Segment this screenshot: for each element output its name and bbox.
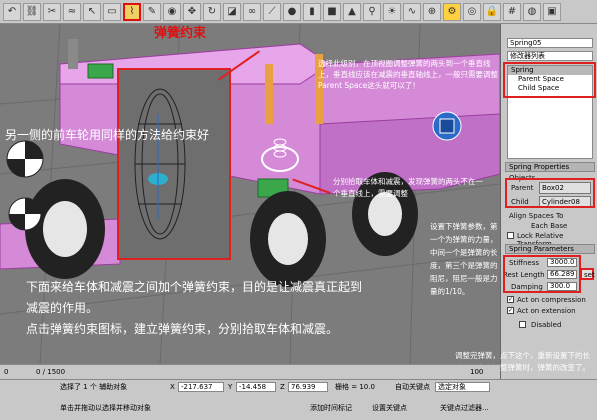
annotation-right: 设置下弹簧参数，第一个为弹簧的力量，中间一个是弹簧的长度，第三个是弹簧的阻尼，阻… (430, 222, 498, 296)
highlight-stack (503, 62, 596, 98)
modifier-list-dropdown[interactable]: 修改器列表 (507, 51, 593, 61)
camera-icon[interactable]: ◉ (163, 2, 181, 21)
perspective-viewport[interactable]: 选择此级别，在顶视图调整弹簧的两头到一个垂直线上，垂直线应该在减震的垂直轴线上，… (0, 24, 500, 364)
act-extension-label: Act on extension (517, 307, 576, 315)
spring-constraint-callout: 弹簧约束 (154, 26, 207, 41)
key-filter-button[interactable]: 关键点过滤器... (440, 404, 489, 413)
highlight-spring-params (503, 255, 581, 293)
render-icon[interactable]: ▣ (543, 2, 561, 21)
act-compression-checkbox[interactable]: ✓ (507, 296, 514, 303)
sphere-icon[interactable]: ● (283, 2, 301, 21)
disabled-label: Disabled (531, 321, 562, 329)
cone-icon[interactable]: ▲ (343, 2, 361, 21)
cylinder-icon[interactable]: ▮ (303, 2, 321, 21)
y-label: Y (228, 383, 233, 391)
auto-key-button[interactable]: 自动关键点 (395, 383, 430, 392)
status-bar: 选择了 1 个 辅助对象 单击并拖动以选择并移动对象 X -217.637 Y … (0, 379, 597, 420)
z-label: Z (280, 383, 285, 391)
timeline[interactable]: 0 / 1500 0 100 (0, 364, 500, 379)
globe-icon[interactable]: ◍ (523, 2, 541, 21)
y-coordinate-field[interactable]: -14.458 (236, 382, 276, 392)
each-base-label: Each Base (531, 222, 568, 230)
frame-counter: 0 / 1500 (36, 368, 66, 376)
bone-icon[interactable]: ⟋ (263, 2, 281, 21)
unlink-icon[interactable]: ✂ (43, 2, 61, 21)
hint-text: 单击并拖动以选择并移动对象 (60, 404, 151, 412)
annotation-bottom-3: 点击弹簧约束图标，建立弹簧约束，分别拾取车体和减震。 (26, 322, 339, 336)
selection-status: 选择了 1 个 辅助对象 (60, 383, 128, 391)
light-icon[interactable]: ☀ (383, 2, 401, 21)
select-object-dropdown[interactable]: 选定对象 (435, 382, 490, 392)
annotation-bottom-1: 下面来给车体和减震之间加个弹簧约束，目的是让减震真正起到 (26, 280, 363, 294)
grid-size: 栅格 = 10.0 (335, 383, 375, 391)
select-link-icon[interactable]: ⛓ (23, 2, 41, 21)
lock-relative-checkbox[interactable] (507, 232, 514, 239)
move-icon[interactable]: ✥ (183, 2, 201, 21)
undo-icon[interactable]: ↶ (3, 2, 21, 21)
spring-constraint-icon[interactable]: ⌇ (123, 2, 141, 21)
z-coordinate-field[interactable]: 76.939 (288, 382, 328, 392)
spring-properties-rollout[interactable]: Spring Properties (505, 162, 595, 172)
spring-parameters-rollout[interactable]: Spring Parameters (505, 244, 595, 254)
bind-warp-icon[interactable]: ≈ (63, 2, 81, 21)
annotation-mid: 分别拾取车体和减震，发现弹簧的两头不在一个垂直线上，需要调整 (333, 177, 483, 198)
disabled-checkbox[interactable] (519, 321, 526, 328)
act-compression-label: Act on compression (517, 296, 586, 304)
set-key-button[interactable]: 设置关键点 (372, 404, 407, 413)
annotation-left: 另一侧的前车轮用同样的方法给约束好 (5, 128, 210, 142)
pin-icon[interactable]: ⚲ (363, 2, 381, 21)
grid-icon[interactable]: # (503, 2, 521, 21)
rotate-icon[interactable]: ↻ (203, 2, 221, 21)
helper-icon[interactable]: ⊕ (423, 2, 441, 21)
scale-icon[interactable]: ◪ (223, 2, 241, 21)
wave-icon[interactable]: ∿ (403, 2, 421, 21)
paint-icon[interactable]: ✎ (143, 2, 161, 21)
add-time-tag[interactable]: 添加时间标记 (310, 404, 352, 413)
align-spaces-label: Align Spaces To (509, 212, 564, 220)
select-region-icon[interactable]: ▭ (103, 2, 121, 21)
x-coordinate-field[interactable]: -217.637 (178, 382, 224, 392)
annotation-top: 选择此级别，在顶视图调整弹簧的两头到一个垂直线上，垂直线应该在减震的垂直轴线上，… (318, 59, 498, 90)
select-icon[interactable]: ↖ (83, 2, 101, 21)
set-rest-length-button[interactable]: set (580, 268, 595, 280)
act-extension-checkbox[interactable]: ✓ (507, 307, 514, 314)
timeline-end: 100 (470, 368, 484, 376)
constraint-icon[interactable]: ⚙ (443, 2, 461, 21)
box-icon[interactable]: ■ (323, 2, 341, 21)
annotation-bottom-2: 减震的作用。 (26, 301, 99, 315)
lock-icon[interactable]: 🔒 (483, 2, 501, 21)
main-toolbar: ↶ ⛓ ✂ ≈ ↖ ▭ ⌇ ✎ ◉ ✥ ↻ ◪ ∞ ⟋ ● ▮ ■ ▲ ⚲ ☀ … (0, 0, 597, 24)
x-label: X (170, 383, 175, 391)
timeline-start: 0 (4, 368, 9, 376)
object-name-field[interactable]: Spring05 (507, 38, 593, 48)
target-icon[interactable]: ◎ (463, 2, 481, 21)
highlight-objects (505, 178, 595, 208)
link-icon[interactable]: ∞ (243, 2, 261, 21)
